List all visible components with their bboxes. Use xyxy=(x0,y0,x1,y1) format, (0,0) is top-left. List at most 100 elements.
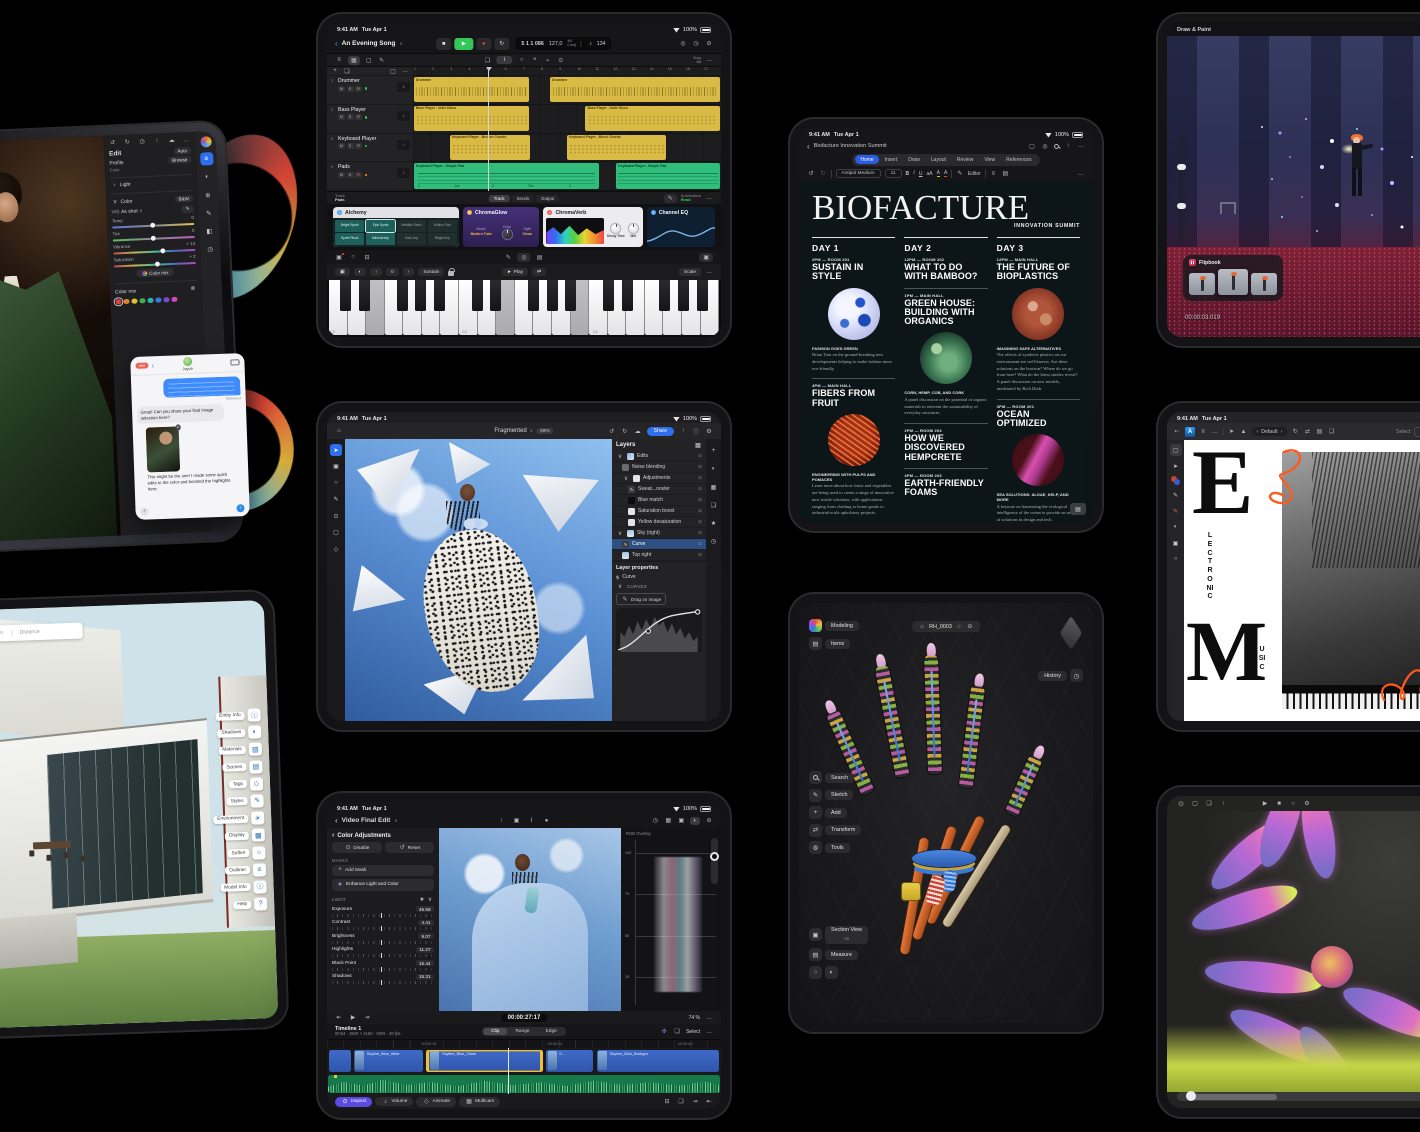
video-track[interactable]: Skyline_Blue_Wide Skyline_Blue_Close S..… xyxy=(327,1048,721,1073)
bw-button[interactable]: B&W xyxy=(174,195,193,203)
glissando-button[interactable]: ⇄ xyxy=(532,268,546,276)
channel-eq-plugin[interactable]: Channel EQ xyxy=(647,207,715,247)
presets-icon[interactable]: ◧ xyxy=(203,224,217,238)
eyedropper-tool[interactable]: ◇ xyxy=(330,543,342,555)
collab-icon[interactable]: ○ xyxy=(349,254,357,260)
photo-attachment[interactable]: × xyxy=(146,426,181,472)
home-icon[interactable]: ⌂ xyxy=(335,428,343,434)
transform-tool[interactable]: ▣ xyxy=(330,461,342,473)
alchemy-pad[interactable]: Epic Synth xyxy=(366,220,395,232)
tint-slider[interactable]: Tint0 xyxy=(112,228,194,242)
eye-icon[interactable]: ⊙ xyxy=(698,475,702,481)
arrange-area[interactable]: 1234567891011121314151617 Drummer Drumme… xyxy=(413,67,721,191)
history-button[interactable]: History xyxy=(1038,671,1067,681)
keyboard-panel-icon[interactable]: ▣ xyxy=(699,253,713,262)
slider-knob[interactable] xyxy=(160,248,165,253)
duplicate-icon[interactable]: ❏ xyxy=(1327,428,1335,435)
layer-row[interactable]: Yellow desaturation⊙ xyxy=(612,517,706,528)
transform-tool[interactable]: ⇄Transform xyxy=(809,824,861,837)
drag-on-image-button[interactable]: ✎Drag on image xyxy=(616,593,666,605)
model-info-button[interactable]: Model Infoⓘ xyxy=(220,880,267,895)
contact-avatar[interactable] xyxy=(183,357,192,366)
blue-dot[interactable] xyxy=(155,297,161,303)
layer-row-selected[interactable]: ✎Curve⊙ xyxy=(612,539,706,550)
tab-view[interactable]: View xyxy=(979,155,1000,164)
light-section[interactable]: › Light xyxy=(110,179,192,189)
share-icon[interactable]: ↑ xyxy=(1219,800,1227,808)
preset-select[interactable]: ‹Default› xyxy=(1252,427,1288,436)
environment-button[interactable]: Environment☀ xyxy=(213,811,264,826)
grid-view-icon[interactable]: ▦ xyxy=(664,817,672,824)
contrast-control[interactable]: Contrast4.41 xyxy=(332,920,434,931)
keyboard-mode-button[interactable]: ▣ xyxy=(335,268,350,276)
display-icon[interactable]: ▦ xyxy=(252,829,265,842)
cloud-icon[interactable]: ☁ xyxy=(168,137,176,144)
browse-button[interactable]: Browse xyxy=(168,156,192,164)
document-name[interactable]: Fragmented xyxy=(494,428,526,434)
settings-icon[interactable]: ◎ xyxy=(679,40,687,47)
more-icon[interactable]: … xyxy=(705,1015,713,1021)
highlights-control[interactable]: Highlights11.27 xyxy=(332,947,434,958)
distance-field[interactable]: Distance xyxy=(11,628,75,636)
minimize-icon[interactable]: ⊖ xyxy=(705,40,713,47)
mobile-view-icon[interactable]: ▢ xyxy=(1028,143,1036,150)
more-icon[interactable]: … xyxy=(182,136,190,143)
timeline-ruler[interactable]: 00:00:15 00:00:30 00:00:45 xyxy=(327,1039,721,1048)
track-options-icon[interactable]: ❏ xyxy=(343,68,351,75)
back-chevron-icon[interactable]: ‹ xyxy=(151,361,154,370)
teal-dot[interactable] xyxy=(147,297,153,303)
chromaglow-plugin[interactable]: ChromaGlow ModelModern Tube Drive StyleC… xyxy=(463,207,539,247)
masking-icon[interactable]: ◐ xyxy=(200,170,214,184)
piano-black-key[interactable] xyxy=(472,280,483,311)
italic-button[interactable]: I xyxy=(913,171,915,176)
more-icon[interactable]: … xyxy=(705,195,713,201)
document-page[interactable]: BIOFACTURE INNOVATION SUMMIT DAY 1 2PM —… xyxy=(799,181,1093,522)
layer-row[interactable]: Saturation boost⊙ xyxy=(612,506,706,517)
mute-button[interactable]: M xyxy=(338,172,345,178)
settings-icon[interactable]: ⚙ xyxy=(1303,800,1311,807)
split-keyboard-button[interactable]: ◐ xyxy=(354,268,367,276)
eye-icon[interactable]: ⊙ xyxy=(698,464,702,470)
record-take-button[interactable]: ⌇ xyxy=(496,56,512,64)
section-view-button[interactable]: ▣Section ViewOff xyxy=(809,926,868,943)
record-enable-button[interactable]: R xyxy=(355,143,362,149)
undo-icon[interactable]: ↺ xyxy=(807,170,815,177)
more-icon[interactable]: … xyxy=(705,1029,713,1035)
bold-button[interactable]: B xyxy=(906,171,910,177)
alchemy-pad[interactable]: Dark Arp xyxy=(397,233,426,245)
flip-icon[interactable]: ⇄ xyxy=(1303,428,1311,435)
yellow-dot[interactable] xyxy=(131,298,137,304)
stop-icon[interactable]: ■ xyxy=(1275,800,1283,807)
layer-row[interactable]: ∨Edits⊙ xyxy=(612,451,706,462)
range-mode-button[interactable]: Range xyxy=(507,1028,537,1035)
eye-icon[interactable]: ⊙ xyxy=(698,552,702,558)
align-icon[interactable]: ▤ xyxy=(1315,428,1323,435)
search-tool[interactable]: Search xyxy=(809,771,861,784)
drive-knob[interactable] xyxy=(503,230,512,239)
scenes-button[interactable]: Scenes▤ xyxy=(222,760,262,774)
more-icon[interactable]: … xyxy=(705,57,713,63)
editor-label[interactable]: Editor xyxy=(968,171,981,177)
piano-black-key[interactable] xyxy=(603,280,614,311)
record-icon[interactable]: ⊙ xyxy=(1177,800,1185,808)
region-keyboard[interactable]: Keyboard Player - Block Chords xyxy=(567,135,666,160)
isolate-icon[interactable]: ○ xyxy=(809,966,822,979)
duplicate-icon[interactable]: ❏ xyxy=(483,57,491,64)
shadows-icon[interactable]: ◐ xyxy=(248,726,261,739)
window-controls[interactable] xyxy=(135,363,148,369)
alchemy-pad[interactable]: Motion Pad xyxy=(428,220,457,232)
model-info-icon[interactable]: ⓘ xyxy=(253,880,266,893)
mute-button[interactable]: M xyxy=(338,86,345,92)
edge-mode-button[interactable]: Edge xyxy=(538,1028,565,1035)
document-pill[interactable]: ⌂RH_0003○⊖ xyxy=(912,621,980,632)
lasso-tool[interactable]: ○ xyxy=(330,477,342,489)
exposure-control[interactable]: Exposure45.59 xyxy=(332,906,434,917)
add-mask-button[interactable]: + Add Mask xyxy=(332,865,434,876)
tags-icon[interactable]: ◇ xyxy=(250,777,263,790)
scale-button[interactable]: Scale xyxy=(679,268,701,276)
previous-frame-icon[interactable]: ⇤ xyxy=(335,1014,343,1021)
select-label[interactable]: Select xyxy=(1396,429,1410,435)
eye-icon[interactable]: ⊙ xyxy=(698,519,702,525)
outliner-icon[interactable]: ≡ xyxy=(253,863,266,876)
plugin-power-icon[interactable] xyxy=(467,210,472,215)
